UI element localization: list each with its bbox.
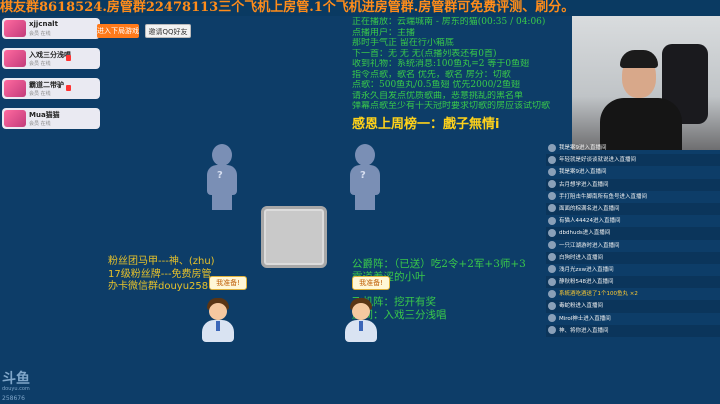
notice-board: 正在播放：云端城南 - 房东的猫(00:35 / 04:06) 点播用户：主播 …: [352, 17, 572, 112]
player-name: 霸道二带驴: [29, 81, 64, 89]
notice-line: 正在播放：云端城南 - 房东的猫(00:35 / 04:06): [352, 17, 546, 27]
announcement-ticker: 棋友群8618524.房管群22478113三个飞机上房管.1个飞机进房管群.房…: [0, 0, 720, 16]
user-avatar-icon: [548, 265, 556, 274]
user-avatar-icon: [548, 167, 556, 176]
streamer-webcam: [572, 16, 720, 150]
chat-message: 毒蛇粉进入直播间: [546, 300, 720, 313]
user-avatar-icon: [548, 301, 556, 310]
notice-line: 点播用户：主播: [352, 27, 416, 38]
notice-line: 点歌：500鱼丸/0.5鱼翅 优先2000/2鱼翅: [352, 80, 521, 90]
user-avatar-icon: [548, 228, 556, 237]
chat-message: dbdhuds进入直播间: [546, 227, 720, 240]
info-line: 粉丝团马甲---神、(zhu): [108, 256, 215, 267]
gift-icon: [548, 289, 556, 298]
fan-club-info: 粉丝团马甲---神、(zhu) 17级粉丝牌---免费房管 办卡微信群douyu…: [108, 256, 215, 294]
enter-game-button[interactable]: 进入下局游戏: [97, 24, 139, 38]
player-status: 会员 在线: [29, 61, 51, 67]
notice-line: 下一首：无 无 无(点播列表还有0首): [352, 48, 497, 59]
player-name: 入戏三分浅唱: [29, 51, 71, 59]
chat-gift-message: 系統酒吃酒送了1个100鱼丸 ×2: [546, 288, 720, 300]
chat-message: 静秋粉548进入直播间: [546, 276, 720, 289]
notice-line: 指令点歌，歌名 优先，歌名 房分：切歌: [352, 69, 511, 80]
player-avatar[interactable]: [200, 298, 236, 342]
player-card[interactable]: 霸道二带驴 会员 在线: [2, 78, 100, 99]
lock-icon: [66, 55, 71, 61]
player-avatar: [4, 20, 26, 37]
notice-line: 弹幕点歌至少有十天冠时要求切歌的房应该试切歌: [352, 101, 551, 111]
chat-list: 我是案9进入直播间 年轻就是好谈谈就说进入直播间 我是案9进入直播间 古月想学进…: [546, 142, 720, 340]
user-avatar-icon: [548, 180, 556, 189]
chat-message: 浅月光zxw进入直播间: [546, 264, 720, 276]
user-avatar-icon: [548, 192, 556, 201]
top-fan-banner: 感恩上周榜一：戲子無情i: [352, 117, 500, 132]
user-avatar-icon: [548, 204, 556, 213]
chat-message: Mirol神士进入直播间: [546, 313, 720, 325]
player-name: Mua猫猫: [29, 111, 60, 119]
notice-line: 那时手气正 留在行小箱底: [352, 38, 454, 48]
player-card[interactable]: Mua猫猫 会员 在线: [2, 108, 100, 129]
player-avatar: [4, 50, 26, 67]
chat-message: 一只江湖游时进入直播间: [546, 240, 720, 252]
chat-message: 白狗时进入直播间: [546, 251, 720, 264]
ready-badge: 我准备!: [352, 276, 390, 290]
ready-badge: 我准备!: [209, 276, 247, 290]
chat-message: 古月想学进入直播间: [546, 178, 720, 191]
notice-line: 收到礼物：系统消息:100鱼丸=2 等于0鱼翅: [352, 59, 530, 69]
chat-message: 面面的棕满名进入直播间: [546, 202, 720, 216]
player-avatar: [4, 110, 26, 127]
empty-seat-silhouette[interactable]: ?: [205, 144, 239, 210]
player-status: 会员 在线: [29, 91, 51, 97]
user-avatar-icon: [548, 155, 556, 164]
player-list: xjjcnalt 会员 在线 入戏三分浅唱 会员 在线 霸道二带驴 会员 在线 …: [0, 16, 104, 404]
player-card[interactable]: xjjcnalt 会员 在线: [2, 18, 100, 39]
chat-message: 我是案9进入直播间: [546, 142, 720, 154]
info-line: 办卡微信群douyu258: [108, 281, 209, 292]
chat-message: 我是案9进入直播间: [546, 166, 720, 178]
notice-line: 请永久自发点优质歌曲，恶意挑乱的黑名单: [352, 90, 524, 101]
player-avatar: [4, 80, 26, 97]
user-avatar-icon: [548, 216, 556, 225]
chat-message: 神、将你进入直播间: [546, 324, 720, 337]
user-avatar-icon: [548, 277, 556, 286]
user-avatar-icon: [548, 326, 556, 335]
chat-message: 年轻就是好谈谈就说进入直播间: [546, 154, 720, 167]
question-icon: ?: [360, 170, 366, 181]
lock-icon: [66, 85, 71, 91]
user-avatar-icon: [548, 314, 556, 323]
chat-message: 有猫人44424进入直播间: [546, 215, 720, 227]
player-status: 会员 在线: [29, 31, 51, 37]
invite-qq-button[interactable]: 邀请QQ好友: [145, 24, 191, 38]
user-avatar-icon: [548, 143, 556, 152]
empty-seat-silhouette[interactable]: ?: [348, 144, 382, 210]
room-number: 258676: [2, 395, 25, 402]
player-status: 会员 在线: [29, 121, 51, 127]
douyu-domain: douyu.com: [2, 386, 30, 392]
user-avatar-icon: [548, 241, 556, 249]
player-avatar[interactable]: [343, 298, 379, 342]
user-avatar-icon: [548, 253, 556, 262]
info-line: 17级粉丝牌---免费房管: [108, 268, 212, 280]
mahjong-tile-deck: [261, 206, 327, 268]
chat-message: 手打阻击牛脚南所有鱼号进入直播间: [546, 191, 720, 203]
info-line: 公爵阵：（已送）吃2令+2军+3师+3: [352, 258, 526, 270]
player-name: xjjcnalt: [29, 20, 58, 28]
player-card[interactable]: 入戏三分浅唱 会员 在线: [2, 48, 100, 69]
question-icon: ?: [217, 170, 223, 181]
douyu-logo: 斗鱼: [2, 371, 30, 387]
